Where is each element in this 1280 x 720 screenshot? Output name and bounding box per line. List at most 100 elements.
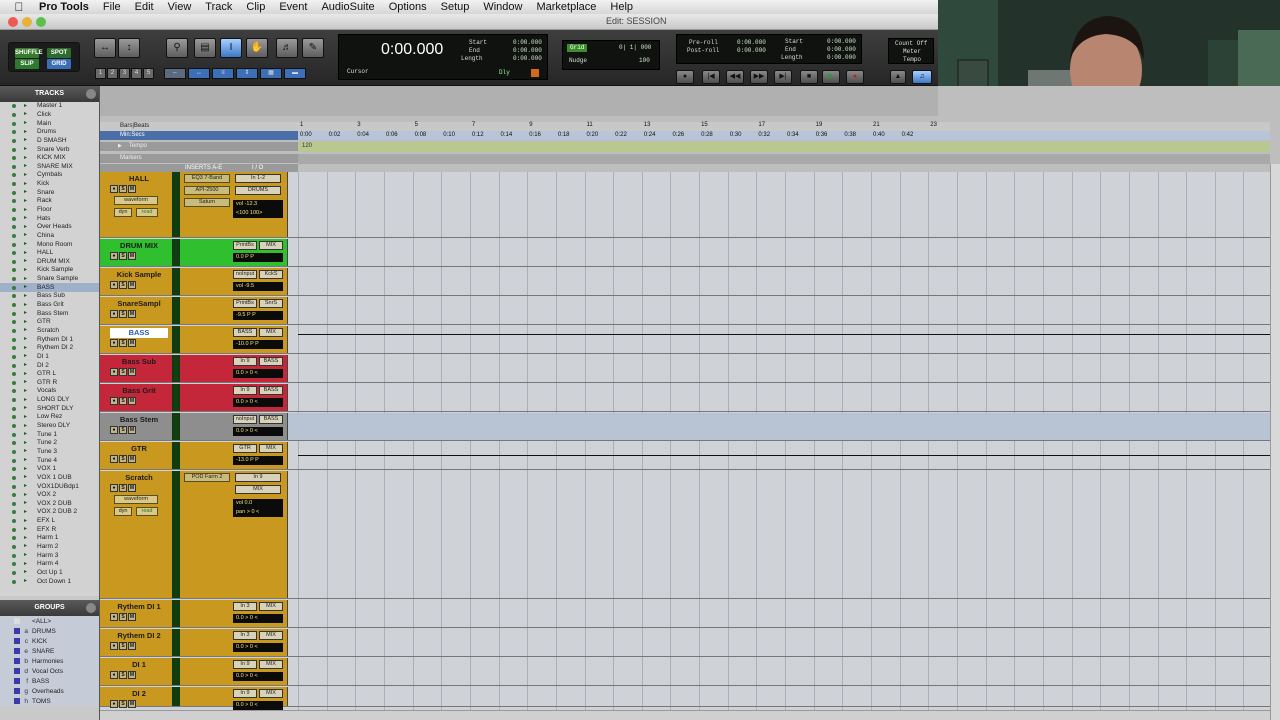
track-mute-button[interactable]: M [128, 397, 136, 405]
track-expand-icon[interactable]: ▸ [24, 474, 29, 480]
tracklist-item[interactable]: ▸ D SMASH [0, 137, 99, 146]
track-mute-button[interactable]: M [128, 700, 136, 708]
track-show-dot-icon[interactable] [12, 354, 16, 359]
volume-automation-line[interactable] [298, 334, 1270, 335]
group-item[interactable]: c KICK [0, 636, 99, 646]
transport-start-value[interactable]: 0:00.000 [827, 38, 856, 46]
grid-label[interactable]: Grid [567, 44, 588, 52]
tracklist-item[interactable]: ▸ SNARE MIX [0, 162, 99, 171]
track-name[interactable]: Rythem DI 2 [110, 631, 168, 641]
metronome-icon[interactable]: ▲ [890, 70, 906, 84]
track-header[interactable]: Kick Sample ● S MnoInput KckS vol -9.5 [100, 268, 288, 295]
tracklist-item[interactable]: ▸ Master 1 [0, 102, 99, 111]
tracklist-item[interactable]: ▸ HALL [0, 249, 99, 258]
track-expand-icon[interactable]: ▸ [24, 362, 29, 368]
track-expand-icon[interactable]: ▸ [24, 163, 29, 169]
tracklist-item[interactable]: ▸ DRUM MIX [0, 258, 99, 267]
track-expand-icon[interactable]: ▸ [24, 258, 29, 264]
transport-length-value[interactable]: 0:00.000 [827, 54, 856, 62]
groups-pane-header[interactable]: GROUPS [0, 600, 99, 616]
track-expand-icon[interactable]: ▸ [24, 457, 29, 463]
zoom-window-button[interactable] [36, 17, 46, 27]
group-item[interactable]: <ALL> [0, 616, 99, 626]
track-rec-button[interactable]: ● [110, 339, 118, 347]
track-expand-icon[interactable]: ▸ [24, 371, 29, 377]
tracklist-item[interactable]: ▸ China [0, 232, 99, 241]
input-selector[interactable]: In 9 [233, 386, 257, 395]
nudge-value[interactable]: 100 [639, 57, 650, 65]
track-mute-button[interactable]: M [128, 310, 136, 318]
track-expand-icon[interactable]: ▸ [24, 284, 29, 290]
track-show-dot-icon[interactable] [12, 562, 16, 567]
postroll-label[interactable]: Post-roll [687, 47, 719, 55]
track-rec-button[interactable]: ● [110, 281, 118, 289]
tracklist-item[interactable]: ▸ Snare [0, 188, 99, 197]
track-expand-icon[interactable]: ▸ [24, 250, 29, 256]
meter-label[interactable]: Meter [903, 48, 921, 56]
selector-tool-icon[interactable]: I [220, 38, 242, 58]
track-view-selector[interactable]: waveform [114, 196, 158, 205]
insert-slot[interactable]: EQ3 7-Band [184, 174, 230, 183]
slip-mode-button[interactable]: SLIP [15, 59, 39, 69]
track-row[interactable]: BASS ● S M BASS MIX -10.0 P P [100, 326, 1270, 354]
track-solo-button[interactable]: S [119, 397, 127, 405]
volume-readout[interactable]: vol -12.3 [233, 200, 283, 209]
track-rec-button[interactable]: ● [110, 397, 118, 405]
track-expand-icon[interactable]: ▸ [24, 345, 29, 351]
track-expand-icon[interactable]: ▸ [24, 569, 29, 575]
zoom-preset-2[interactable]: 2 [107, 68, 118, 79]
track-expand-icon[interactable]: ▸ [24, 500, 29, 506]
track-show-dot-icon[interactable] [12, 242, 16, 247]
link-timeline-icon[interactable]: ↔ [188, 68, 210, 79]
output-selector[interactable]: DRUMS [235, 186, 281, 195]
volume-readout[interactable]: 0.0 > 0 < [233, 427, 283, 436]
input-selector[interactable]: PrintBs [233, 299, 257, 308]
tab-to-transient-icon[interactable]: ⇔ [164, 68, 186, 79]
preroll-label[interactable]: Pre-roll [689, 39, 718, 47]
track-header[interactable]: Bass Grit ● S M In 9 BASS 0.0 > 0 < [100, 384, 288, 411]
tracklist-item[interactable]: ▸ Oct Down 1 [0, 577, 99, 586]
track-header[interactable]: SnareSampl ● S M PrintBs SnrS -9.5 P P [100, 297, 288, 324]
track-expand-icon[interactable]: ▸ [24, 302, 29, 308]
track-expand-icon[interactable]: ▸ [24, 431, 29, 437]
menu-audiosuite[interactable]: AudioSuite [314, 1, 381, 13]
output-selector[interactable]: MIX [259, 689, 283, 698]
track-row[interactable]: SnareSampl ● S M PrintBs SnrS -9.5 P P [100, 297, 1270, 325]
track-name[interactable]: BASS [110, 328, 168, 338]
track-rec-button[interactable]: ● [110, 310, 118, 318]
track-show-dot-icon[interactable] [12, 251, 16, 256]
tracklist-item[interactable]: ▸ VOX 1 DUB [0, 474, 99, 483]
track-header[interactable]: Rythem DI 1 ● S M In 3 MIX 0.0 > 0 < [100, 600, 288, 627]
track-expand-icon[interactable]: ▸ [24, 440, 29, 446]
pan-readout[interactable]: pan > 0 < [233, 508, 283, 517]
output-selector[interactable]: SnrS [259, 299, 283, 308]
track-show-dot-icon[interactable] [12, 147, 16, 152]
track-expand-icon[interactable]: ▸ [24, 448, 29, 454]
tracklist-item[interactable]: ▸ Harm 2 [0, 543, 99, 552]
track-expand-icon[interactable]: ▸ [24, 207, 29, 213]
io-column-header[interactable]: I / O [252, 165, 263, 171]
zoom-vertical-icon[interactable]: ↕ [118, 38, 140, 58]
track-expand-icon[interactable]: ▸ [24, 293, 29, 299]
tracklist-item[interactable]: ▸ BASS [0, 283, 99, 293]
tracklist-item[interactable]: ▸ VOX1DUBdp1 [0, 482, 99, 491]
track-mute-button[interactable]: M [128, 642, 136, 650]
tracklist-item[interactable]: ▸ KICK MIX [0, 154, 99, 163]
track-show-dot-icon[interactable] [12, 544, 16, 549]
track-show-dot-icon[interactable] [12, 208, 16, 212]
track-mute-button[interactable]: M [128, 613, 136, 621]
pan-readout[interactable]: <100 100> [233, 209, 283, 218]
bars-beats-ruler[interactable] [298, 122, 1270, 131]
track-show-dot-icon[interactable] [12, 553, 16, 558]
track-automation-mode[interactable]: read [136, 208, 158, 217]
track-rec-button[interactable]: ● [110, 484, 118, 492]
track-show-dot-icon[interactable] [12, 328, 16, 333]
track-solo-button[interactable]: S [119, 642, 127, 650]
track-row[interactable]: DI 2 ● S M In 9 MIX 0.0 > 0 < [100, 687, 1270, 710]
track-name[interactable]: Bass Grit [110, 386, 168, 396]
tracklist-item[interactable]: ▸ Rack [0, 197, 99, 206]
output-selector[interactable]: MIX [259, 328, 283, 337]
track-rec-button[interactable]: ● [110, 185, 118, 193]
postroll-value[interactable]: 0:00.000 [737, 47, 766, 55]
track-header[interactable]: DI 2 ● S M In 9 MIX 0.0 > 0 < [100, 687, 288, 710]
